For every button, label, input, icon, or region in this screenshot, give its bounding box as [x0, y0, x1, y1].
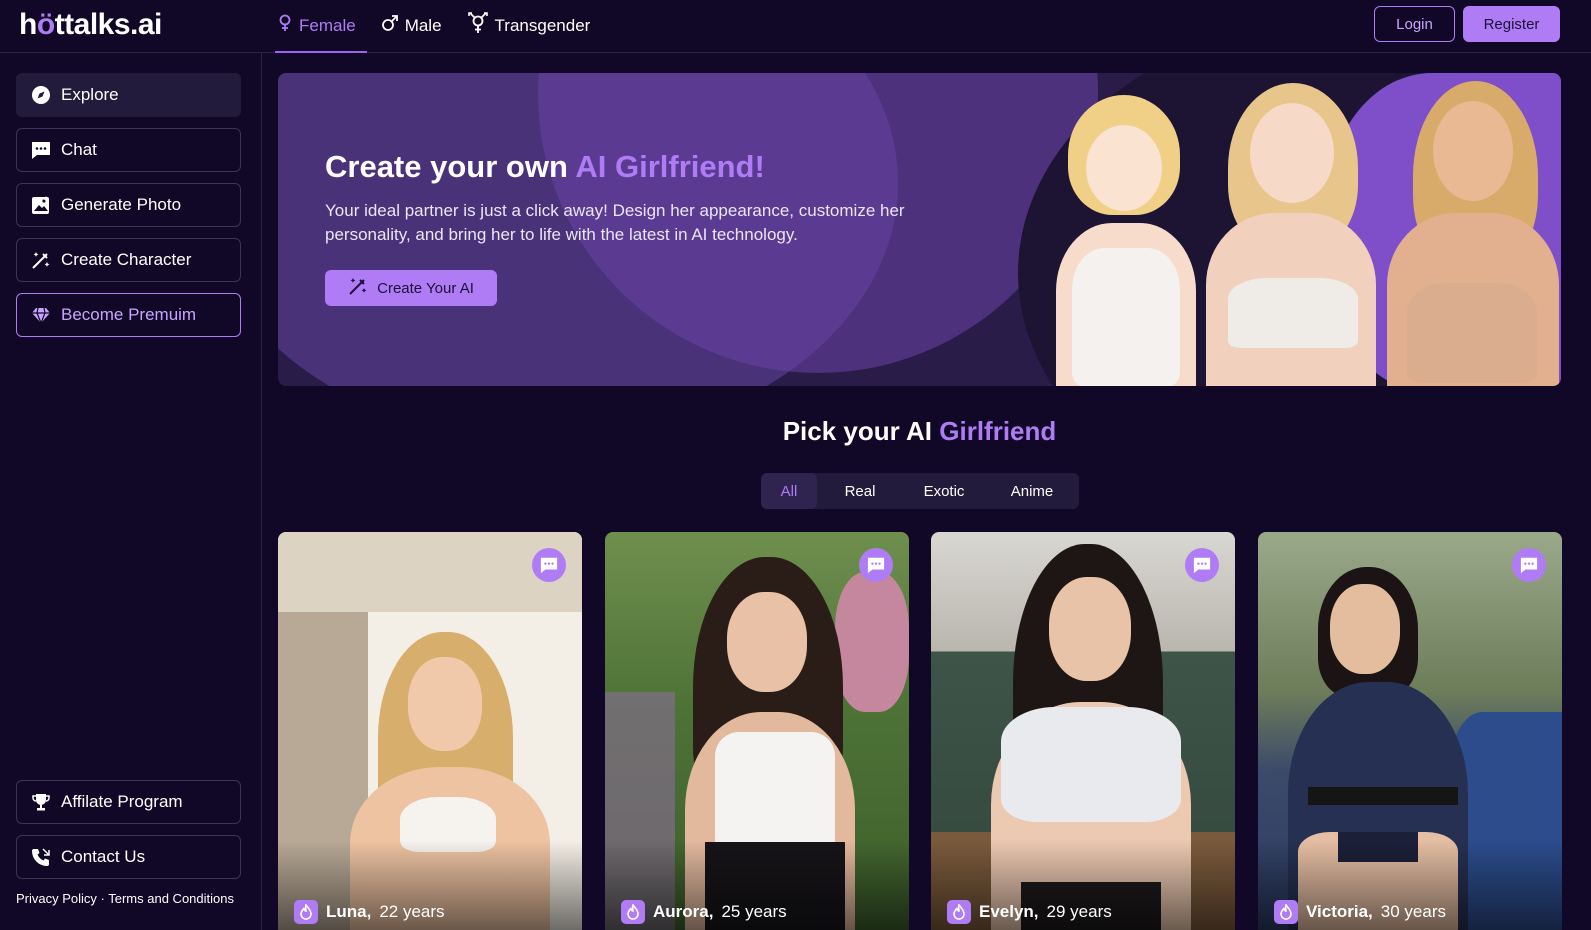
hero-figure-real [1373, 73, 1561, 386]
flame-icon [1274, 900, 1298, 924]
card-caption: Aurora, 25 years [621, 900, 787, 924]
logo-text-end: ttalks.ai [54, 8, 163, 41]
register-button[interactable]: Register [1463, 6, 1560, 42]
filter-real[interactable]: Real [817, 473, 903, 509]
section-title-accent: Girlfriend [939, 416, 1057, 446]
hero-figure-semi-real [1198, 73, 1383, 386]
logo-text-start: h [19, 8, 37, 41]
terms-link[interactable]: Terms and Conditions [108, 891, 234, 906]
hero-description: Your ideal partner is just a click away!… [325, 201, 905, 244]
section-title-text: Pick your AI [782, 416, 940, 446]
sidebar: Explore Chat Generate Photo Create Chara… [0, 53, 262, 930]
sidebar-item-become-premium[interactable]: Become Premuim [16, 293, 241, 337]
legal-separator: · [96, 891, 109, 906]
legal-links: Privacy Policy · Terms and Conditions [16, 891, 234, 906]
card-name: Evelyn, [979, 902, 1039, 921]
top-bar: höttalks.ai Female Male Transgender Logi… [0, 0, 1591, 53]
auth-buttons: Login Register [1374, 6, 1560, 42]
sidebar-item-label: Affilate Program [61, 792, 183, 811]
chat-bubble-icon[interactable] [1512, 548, 1546, 582]
sidebar-item-label: Chat [61, 140, 97, 159]
magic-wand-icon [31, 250, 51, 270]
sidebar-item-affiliate-program[interactable]: Affilate Program [16, 780, 241, 824]
privacy-policy-link[interactable]: Privacy Policy [16, 891, 97, 906]
card-caption: Evelyn, 29 years [947, 900, 1112, 924]
create-your-ai-label: Create Your AI [377, 279, 474, 297]
logo-flame-glyph: ö [36, 8, 55, 41]
card-name: Aurora, [653, 902, 714, 921]
phone-icon [31, 847, 51, 867]
tab-transgender[interactable]: Transgender [465, 0, 602, 53]
tab-female[interactable]: Female [275, 0, 367, 53]
filter-all[interactable]: All [761, 473, 817, 509]
card-age: 22 years [379, 902, 445, 921]
create-your-ai-button[interactable]: Create Your AI [325, 270, 497, 306]
category-filter: All Real Exotic Anime [761, 473, 1079, 509]
card-caption: Victoria, 30 years [1274, 900, 1446, 924]
sidebar-item-explore[interactable]: Explore [16, 73, 241, 117]
chat-icon [31, 140, 51, 160]
sidebar-item-generate-photo[interactable]: Generate Photo [16, 183, 241, 227]
sidebar-item-label: Contact Us [61, 847, 146, 866]
female-icon [277, 14, 293, 37]
compass-icon [31, 85, 51, 105]
tab-transgender-label: Transgender [494, 15, 591, 35]
card-age: 25 years [721, 902, 787, 921]
card-age: 30 years [1380, 902, 1446, 921]
hero-title-text: Create your own [325, 149, 576, 184]
hero-banner: Create your own AI Girlfriend! Your idea… [278, 73, 1561, 386]
trophy-icon [31, 792, 51, 812]
login-button[interactable]: Login [1374, 6, 1455, 42]
tab-male[interactable]: Male [379, 0, 453, 53]
card-name: Luna, [326, 902, 372, 921]
diamond-icon [31, 305, 51, 325]
flame-icon [621, 900, 645, 924]
hero-title-accent: AI Girlfriend! [575, 149, 765, 184]
card-age: 29 years [1046, 902, 1112, 921]
sidebar-item-create-character[interactable]: Create Character [16, 238, 241, 282]
character-card[interactable]: Luna, 22 years [278, 532, 582, 930]
character-card[interactable]: Evelyn, 29 years [931, 532, 1235, 930]
sidebar-item-chat[interactable]: Chat [16, 128, 241, 172]
sidebar-item-label: Explore [61, 85, 119, 104]
hero-illustration [1038, 73, 1561, 386]
sidebar-item-label: Generate Photo [61, 195, 182, 214]
filter-anime[interactable]: Anime [985, 473, 1079, 509]
hero-title: Create your own AI Girlfriend! [325, 149, 765, 185]
flame-icon [294, 900, 318, 924]
image-icon [31, 195, 51, 215]
tab-male-label: Male [404, 15, 442, 35]
chat-bubble-icon[interactable] [859, 548, 893, 582]
sidebar-item-label: Create Character [61, 250, 192, 269]
card-caption: Luna, 22 years [294, 900, 445, 924]
tab-female-label: Female [299, 15, 356, 35]
logo[interactable]: höttalks.ai [19, 8, 162, 42]
section-title: Pick your AI Girlfriend [278, 416, 1561, 447]
character-card[interactable]: Aurora, 25 years [605, 532, 909, 930]
gender-tabs: Female Male Transgender [275, 0, 613, 53]
male-icon [381, 14, 399, 37]
flame-icon [947, 900, 971, 924]
filter-exotic[interactable]: Exotic [903, 473, 985, 509]
chat-bubble-icon[interactable] [532, 548, 566, 582]
hero-figure-anime [1038, 73, 1208, 386]
sidebar-item-label: Become Premuim [61, 305, 197, 324]
chat-bubble-icon[interactable] [1185, 548, 1219, 582]
character-card[interactable]: Victoria, 30 years [1258, 532, 1562, 930]
sidebar-item-contact-us[interactable]: Contact Us [16, 835, 241, 879]
card-name: Victoria, [1306, 902, 1373, 921]
transgender-icon [467, 12, 489, 39]
magic-wand-icon [348, 276, 368, 300]
